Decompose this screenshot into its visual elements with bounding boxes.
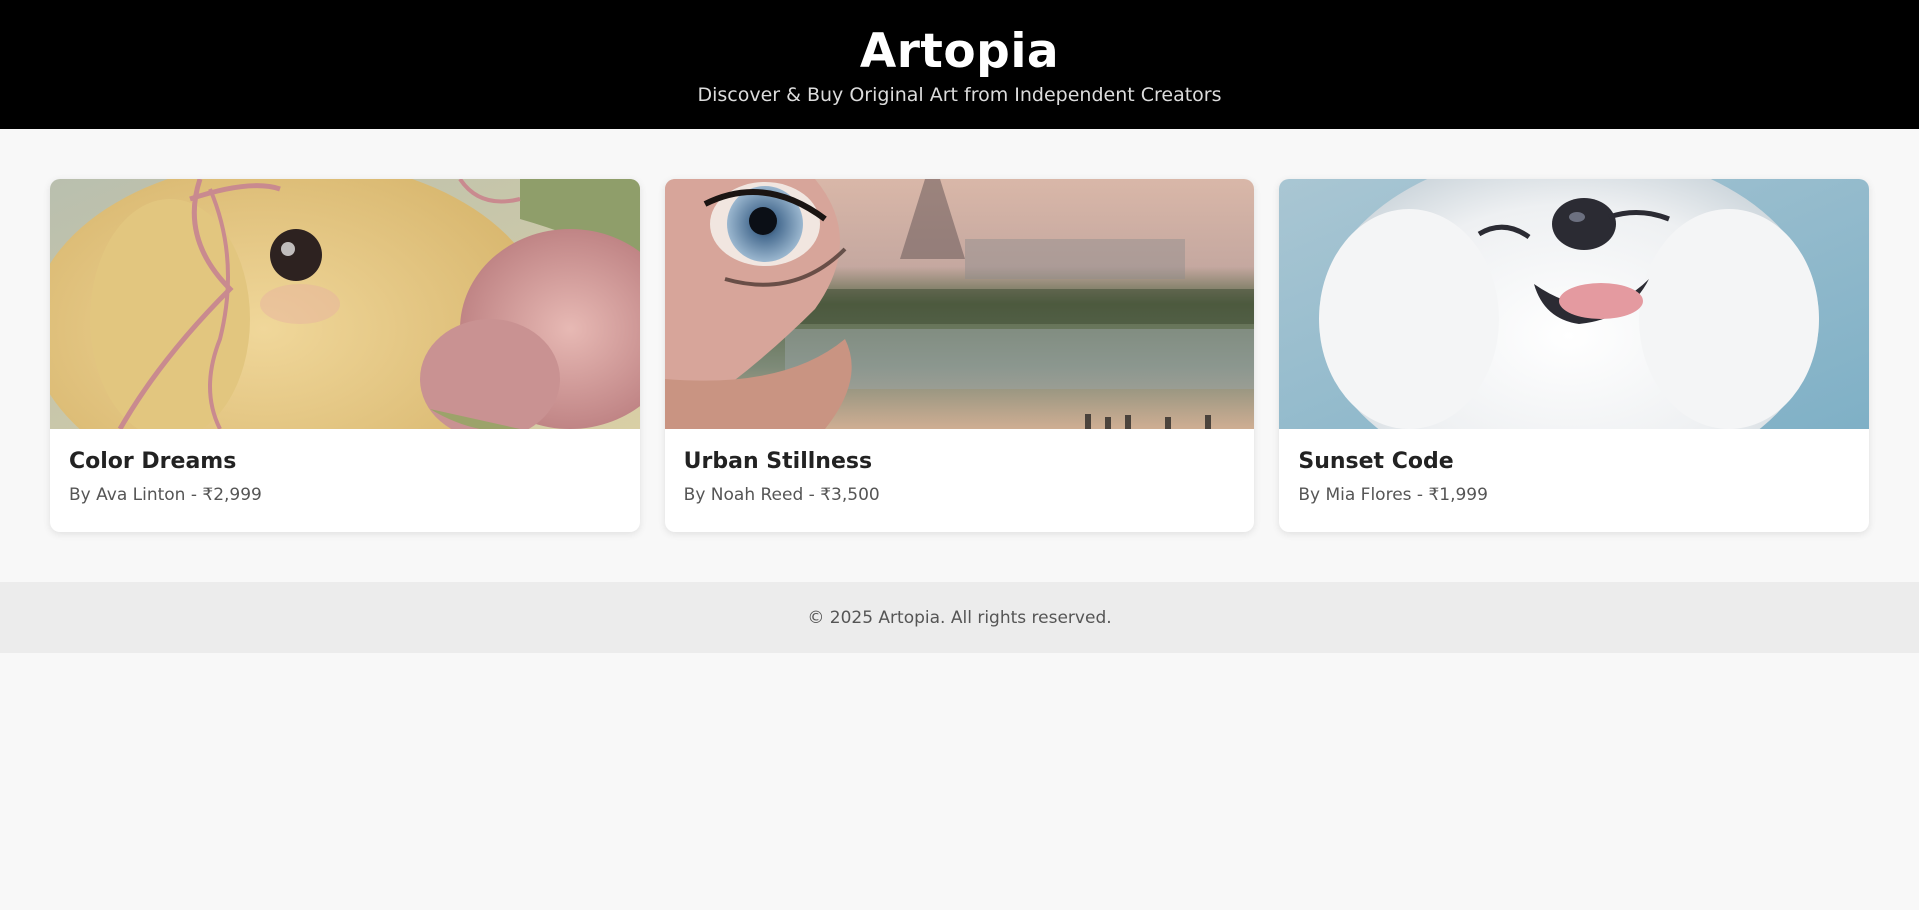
artwork-image[interactable] bbox=[664, 179, 1255, 429]
site-tagline: Discover & Buy Original Art from Indepen… bbox=[697, 84, 1222, 106]
artwork-card[interactable]: Color Dreams By Ava Linton - ₹2,999 bbox=[50, 179, 640, 532]
site-title[interactable]: Artopia bbox=[0, 24, 1919, 80]
artwork-title[interactable]: Urban Stillness bbox=[684, 447, 1236, 477]
artwork-title[interactable]: Sunset Code bbox=[1298, 447, 1850, 477]
copyright-text: © 2025 Artopia. All rights reserved. bbox=[807, 607, 1112, 628]
artwork-card-body: Color Dreams By Ava Linton - ₹2,999 bbox=[50, 429, 640, 532]
artwork-image[interactable] bbox=[50, 179, 640, 429]
artwork-meta: By Noah Reed - ₹3,500 bbox=[683, 485, 880, 505]
site-header: Artopia Discover & Buy Original Art from… bbox=[0, 0, 1919, 129]
artwork-image[interactable] bbox=[1279, 179, 1870, 429]
artwork-meta: By Mia Flores - ₹1,999 bbox=[1298, 485, 1488, 505]
artwork-card-body: Urban Stillness By Noah Reed - ₹3,500 bbox=[665, 429, 1255, 532]
artwork-meta: By Ava Linton - ₹2,999 bbox=[69, 485, 262, 505]
artwork-card[interactable]: Urban Stillness By Noah Reed - ₹3,500 bbox=[664, 179, 1255, 532]
artwork-gallery: Color Dreams By Ava Linton - ₹2,999 Urba… bbox=[0, 129, 1919, 582]
artwork-card[interactable]: Sunset Code By Mia Flores - ₹1,999 bbox=[1279, 179, 1870, 532]
artwork-card-body: Sunset Code By Mia Flores - ₹1,999 bbox=[1279, 429, 1869, 532]
site-footer: © 2025 Artopia. All rights reserved. bbox=[0, 582, 1919, 653]
artwork-title[interactable]: Color Dreams bbox=[69, 447, 621, 477]
